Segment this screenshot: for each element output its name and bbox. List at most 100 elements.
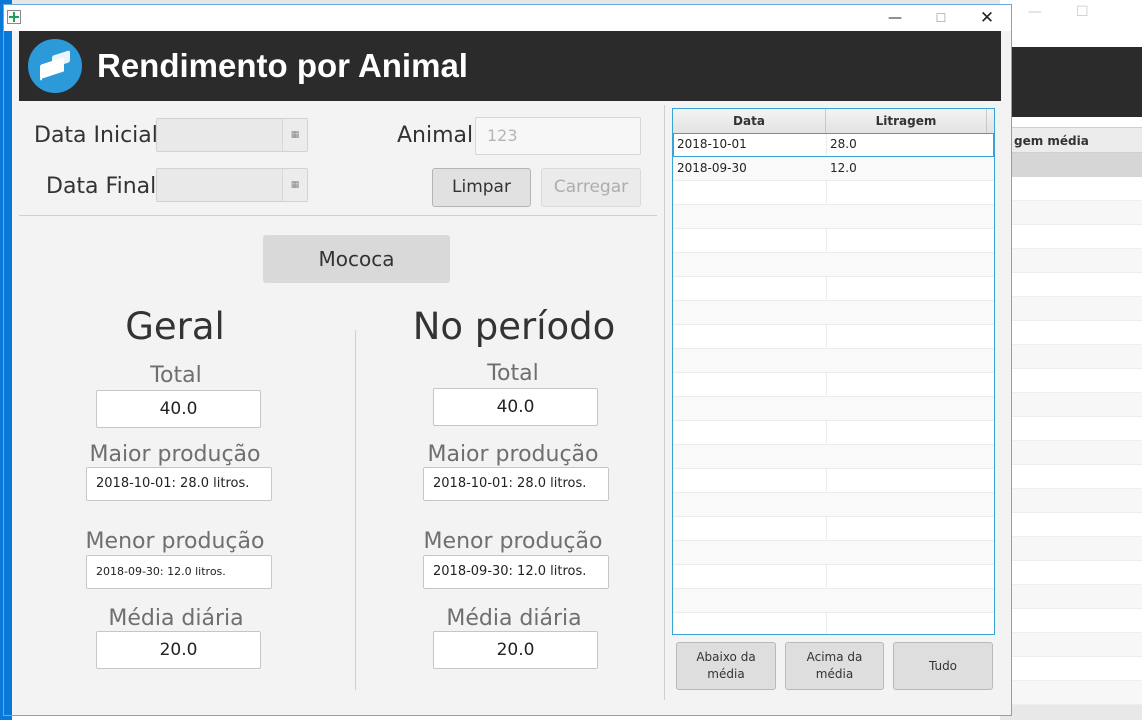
background-table-row[interactable] xyxy=(1000,297,1142,321)
animal-input[interactable]: 123 xyxy=(475,117,641,155)
limpar-button[interactable]: Limpar xyxy=(432,168,531,207)
background-table-row[interactable] xyxy=(1000,465,1142,489)
table-row-empty xyxy=(673,253,994,277)
page-title: Rendimento por Animal xyxy=(97,47,468,84)
table-row-empty xyxy=(673,397,994,421)
background-table-row[interactable] xyxy=(1000,417,1142,441)
background-table-row[interactable] xyxy=(1000,561,1142,585)
animal-label: Animal xyxy=(397,123,474,148)
panel-divider xyxy=(664,105,665,700)
background-table-row[interactable] xyxy=(1000,225,1142,249)
periodo-title: No período xyxy=(412,305,616,348)
table-row-empty xyxy=(673,565,994,589)
data-inicial-picker[interactable]: ▦ xyxy=(156,118,308,152)
periodo-media-value: 20.0 xyxy=(433,631,598,669)
column-header-data[interactable]: Data xyxy=(673,109,826,133)
acima-media-label-line2: média xyxy=(815,667,854,681)
tudo-button[interactable]: Tudo xyxy=(893,642,993,690)
production-table[interactable]: Data Litragem 2018-10-01 28.0 2018-09-30… xyxy=(672,108,995,635)
table-row-empty xyxy=(673,517,994,541)
table-row-empty xyxy=(673,469,994,493)
background-table-row[interactable] xyxy=(1000,657,1142,681)
table-row-empty xyxy=(673,589,994,613)
background-table-row[interactable] xyxy=(1000,681,1142,705)
periodo-maior-label: Maior produção xyxy=(427,442,599,467)
background-table-row[interactable] xyxy=(1000,609,1142,633)
background-statusbar xyxy=(1000,705,1142,720)
geral-maior-value: 2018-10-01: 28.0 litros. xyxy=(86,467,272,501)
data-final-label: Data Final xyxy=(46,174,157,199)
periodo-menor-value: 2018-09-30: 12.0 litros. xyxy=(423,555,609,589)
maximize-button[interactable]: ☐ xyxy=(918,5,964,31)
background-table-row[interactable] xyxy=(1000,513,1142,537)
dairy-box-icon xyxy=(28,39,82,93)
table-row-empty xyxy=(673,181,994,205)
geral-menor-label: Menor produção xyxy=(85,529,265,554)
background-selected-row[interactable] xyxy=(1000,153,1142,177)
background-table-row[interactable] xyxy=(1000,321,1142,345)
animal-name-button[interactable]: Mococa xyxy=(263,235,450,283)
table-row-empty xyxy=(673,325,994,349)
table-row-empty xyxy=(673,373,994,397)
column-divider xyxy=(355,330,356,690)
calendar-icon[interactable]: ▦ xyxy=(282,169,307,201)
table-row-empty xyxy=(673,277,994,301)
geral-title: Geral xyxy=(125,305,225,348)
abaixo-media-label: Abaixo da média xyxy=(696,649,755,683)
background-table-row[interactable] xyxy=(1000,177,1142,201)
minimize-button[interactable]: — xyxy=(872,5,918,31)
periodo-total-label: Total xyxy=(487,361,539,386)
calendar-icon[interactable]: ▦ xyxy=(282,119,307,151)
data-final-picker[interactable]: ▦ xyxy=(156,168,308,202)
table-row-empty xyxy=(673,301,994,325)
window-side-accent xyxy=(4,31,12,715)
periodo-menor-label: Menor produção xyxy=(423,529,603,554)
geral-media-value: 20.0 xyxy=(96,631,261,669)
background-titlebar: — ☐ xyxy=(1000,0,1142,30)
geral-media-label: Média diária xyxy=(108,606,244,631)
background-table-row[interactable] xyxy=(1000,201,1142,225)
form-divider xyxy=(19,215,657,216)
close-button[interactable]: ✕ xyxy=(964,5,1010,31)
periodo-maior-value: 2018-10-01: 28.0 litros. xyxy=(423,467,609,501)
background-table-row[interactable] xyxy=(1000,585,1142,609)
table-row-empty xyxy=(673,445,994,469)
background-table-row[interactable] xyxy=(1000,537,1142,561)
background-table-row[interactable] xyxy=(1000,369,1142,393)
background-table-row[interactable] xyxy=(1000,489,1142,513)
abaixo-media-label-line1: Abaixo da xyxy=(696,650,756,664)
table-header: Data Litragem xyxy=(673,109,994,134)
column-header-litragem[interactable]: Litragem xyxy=(826,109,987,133)
table-cell-data: 2018-10-01 xyxy=(677,137,747,151)
background-table-row[interactable] xyxy=(1000,345,1142,369)
app-header: Rendimento por Animal xyxy=(19,31,1001,101)
acima-media-label-line1: Acima da xyxy=(806,650,863,664)
geral-total-label: Total xyxy=(150,363,202,388)
main-window: — ☐ ✕ Rendimento por Animal Data Inicial… xyxy=(3,4,1012,716)
table-row-empty xyxy=(673,205,994,229)
table-row-empty xyxy=(673,349,994,373)
background-table-row[interactable] xyxy=(1000,633,1142,657)
table-row[interactable]: 2018-10-01 28.0 xyxy=(673,133,994,157)
background-maximize-button[interactable]: ☐ xyxy=(1076,4,1089,20)
carregar-button[interactable]: Carregar xyxy=(541,168,641,207)
table-row-empty xyxy=(673,613,994,634)
table-row-empty xyxy=(673,493,994,517)
background-header xyxy=(1000,47,1142,117)
table-row[interactable]: 2018-09-30 12.0 xyxy=(673,157,994,181)
window-titlebar: — ☐ ✕ xyxy=(4,5,1011,31)
background-minimize-button[interactable]: — xyxy=(1028,4,1042,20)
acima-media-label: Acima da média xyxy=(807,649,863,683)
background-table-header[interactable]: gem média xyxy=(1000,127,1142,153)
abaixo-media-button[interactable]: Abaixo da média xyxy=(676,642,776,690)
geral-menor-value: 2018-09-30: 12.0 litros. xyxy=(86,555,272,589)
periodo-total-value: 40.0 xyxy=(433,388,598,426)
background-table-row[interactable] xyxy=(1000,249,1142,273)
background-table-row[interactable] xyxy=(1000,273,1142,297)
geral-maior-label: Maior produção xyxy=(89,442,261,467)
background-table-row[interactable] xyxy=(1000,441,1142,465)
table-row-empty xyxy=(673,229,994,253)
acima-media-button[interactable]: Acima da média xyxy=(785,642,884,690)
background-table-row[interactable] xyxy=(1000,393,1142,417)
table-cell-litragem: 28.0 xyxy=(830,137,857,151)
